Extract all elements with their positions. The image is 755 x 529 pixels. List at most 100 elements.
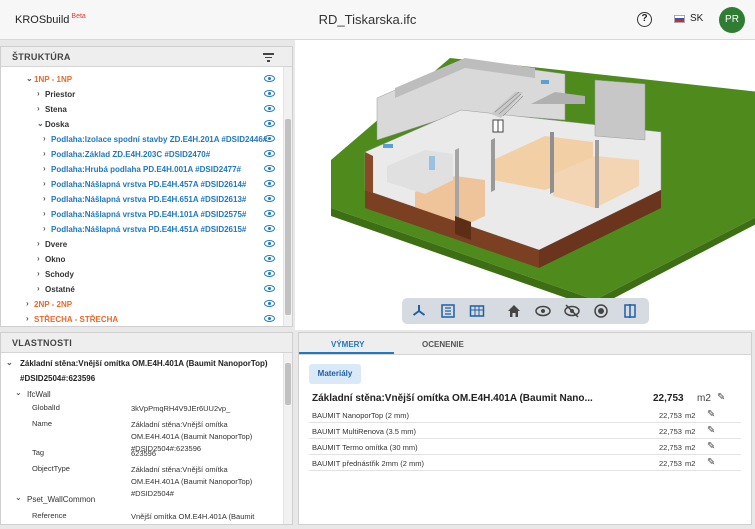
chevron-down-icon[interactable]: ⌄ — [26, 74, 33, 83]
visibility-eye-icon[interactable] — [264, 240, 275, 247]
tree-item[interactable]: › 2NP - 2NP — [1, 297, 282, 312]
chevron-down-icon[interactable]: ⌄ — [15, 388, 22, 397]
tree-item[interactable]: ⌄ 1NP - 1NP — [1, 72, 282, 87]
visibility-eye-icon[interactable] — [264, 165, 275, 172]
summary-value: 22,753 — [653, 393, 684, 404]
tree-item[interactable]: › Priestor — [1, 87, 282, 102]
tree-item-label: Podlaha:Hrubá podlaha PD.E4H.001A #DSID2… — [51, 165, 241, 174]
tree-item[interactable]: › Podlaha:Nášlapná vrstva PD.E4H.451A #DS… — [1, 222, 282, 237]
axes-icon[interactable] — [411, 303, 427, 319]
chevron-right-icon[interactable]: › — [43, 194, 46, 203]
tree-item-label: Stena — [45, 105, 67, 114]
tree-item[interactable]: › STŘECHA - STŘECHA — [1, 312, 282, 326]
tree-item[interactable]: › Podlaha:Nášlapná vrstva PD.E4H.651A #DS… — [1, 192, 282, 207]
visibility-eye-icon[interactable] — [264, 225, 275, 232]
chevron-right-icon[interactable]: › — [43, 224, 46, 233]
edit-pencil-icon[interactable]: ✎ — [707, 410, 717, 420]
chevron-right-icon[interactable]: › — [37, 239, 40, 248]
tree-item[interactable]: › Podlaha:Nášlapná vrstva PD.E4H.457A #DS… — [1, 177, 282, 192]
visibility-eye-icon[interactable] — [264, 75, 275, 82]
tab-ocenenie[interactable]: OCENENIE — [422, 340, 464, 349]
tree-item[interactable]: › Podlaha:Základ ZD.E4H.203C #DSID2470# — [1, 147, 282, 162]
visibility-eye-icon[interactable] — [264, 135, 275, 142]
visibility-eye-icon[interactable] — [264, 210, 275, 217]
structure-tree: ⌄ 1NP - 1NP › Priestor › Stena ⌄ Doska › Podlaha:… — [1, 69, 282, 326]
measurements-panel: VÝMERY OCENENIE Materiály Základní stěna… — [298, 332, 752, 525]
list-icon[interactable] — [440, 303, 456, 319]
chevron-right-icon[interactable]: › — [43, 179, 46, 188]
eye-icon[interactable] — [535, 303, 551, 319]
table-icon[interactable] — [469, 303, 485, 319]
chevron-right-icon[interactable]: › — [37, 269, 40, 278]
tree-item[interactable]: › Podlaha:Nášlapná vrstva PD.E4H.101A #DS… — [1, 207, 282, 222]
properties-scrollbar[interactable] — [283, 353, 292, 524]
edit-pencil-icon[interactable]: ✎ — [707, 426, 717, 436]
chevron-right-icon[interactable]: › — [26, 299, 29, 308]
tree-item[interactable]: › Podlaha:Hrubá podlaha PD.E4H.001A #DSID… — [1, 162, 282, 177]
summary-row: Základní stěna:Vnější omítka OM.E4H.401A… — [312, 393, 741, 409]
record-icon[interactable] — [593, 303, 609, 319]
material-name: BAUMIT Termo omítka (30 mm) — [312, 443, 418, 452]
tab-vymery[interactable]: VÝMERY — [331, 340, 365, 349]
visibility-eye-icon[interactable] — [264, 120, 275, 127]
scrollbar-thumb[interactable] — [285, 119, 291, 315]
tree-item-label: 2NP - 2NP — [34, 300, 73, 309]
chevron-right-icon[interactable]: › — [43, 209, 46, 218]
visibility-eye-icon[interactable] — [264, 195, 275, 202]
help-icon[interactable]: ? — [637, 12, 652, 27]
tree-item[interactable]: › Podlaha:Izolace spodní stavby ZD.E4H.20… — [1, 132, 282, 147]
visibility-eye-icon[interactable] — [264, 285, 275, 292]
tree-item-label: Podlaha:Nášlapná vrstva PD.E4H.451A #DSI… — [51, 225, 247, 234]
visibility-eye-icon[interactable] — [264, 270, 275, 277]
visibility-eye-icon[interactable] — [264, 315, 275, 322]
visibility-eye-icon[interactable] — [264, 300, 275, 307]
visibility-eye-icon[interactable] — [264, 105, 275, 112]
material-name: BAUMIT MultiRenova (3.5 mm) — [312, 427, 417, 436]
tree-item[interactable]: › Schody — [1, 267, 282, 282]
chevron-down-icon[interactable]: ⌄ — [6, 358, 13, 367]
chevron-right-icon[interactable]: › — [37, 284, 40, 293]
group-pset-wallcommon[interactable]: Pset_WallCommon — [27, 495, 95, 504]
visibility-eye-icon[interactable] — [264, 90, 275, 97]
element-id: #DSID2504#:623596 — [20, 374, 96, 383]
chevron-right-icon[interactable]: › — [43, 149, 46, 158]
chevron-down-icon[interactable]: ⌄ — [37, 119, 44, 128]
tree-item[interactable]: › Dvere — [1, 237, 282, 252]
tree-item[interactable]: ⌄ Doska — [1, 117, 282, 132]
edit-pencil-icon[interactable]: ✎ — [717, 393, 727, 403]
materials-button[interactable]: Materiály — [309, 364, 361, 384]
filter-icon[interactable] — [263, 53, 274, 62]
user-avatar[interactable]: PR — [719, 7, 745, 33]
property-key: GlobalId — [32, 403, 60, 412]
edit-pencil-icon[interactable]: ✎ — [707, 442, 717, 452]
language-switcher[interactable]: SK — [674, 13, 703, 24]
tree-item[interactable]: › Ostatné — [1, 282, 282, 297]
element-name: Základní stěna:Vnější omítka OM.E4H.401A… — [20, 359, 268, 368]
visibility-eye-icon[interactable] — [264, 150, 275, 157]
group-ifcwall[interactable]: IfcWall — [27, 390, 51, 399]
material-value: 22,753 — [659, 459, 682, 468]
model-viewer[interactable] — [295, 40, 755, 330]
properties-panel: VLASTNOSTI ⌄ Základní stěna:Vnější omítk… — [0, 332, 293, 525]
edit-pencil-icon[interactable]: ✎ — [707, 458, 717, 468]
visibility-eye-icon[interactable] — [264, 255, 275, 262]
home-icon[interactable] — [506, 303, 522, 319]
tree-item-label: STŘECHA - STŘECHA — [34, 315, 119, 324]
tree-item-label: Ostatné — [45, 285, 75, 294]
tree-item[interactable]: › Stena — [1, 102, 282, 117]
chevron-right-icon[interactable]: › — [37, 89, 40, 98]
building-model[interactable] — [295, 40, 755, 330]
chevron-right-icon[interactable]: › — [26, 314, 29, 323]
properties-title: VLASTNOSTI — [1, 333, 292, 353]
chevron-right-icon[interactable]: › — [43, 134, 46, 143]
chevron-right-icon[interactable]: › — [43, 164, 46, 173]
chevron-right-icon[interactable]: › — [37, 254, 40, 263]
tree-item[interactable]: › Okno — [1, 252, 282, 267]
eye-off-icon[interactable] — [564, 303, 580, 319]
structure-scrollbar[interactable] — [283, 67, 292, 326]
chevron-down-icon[interactable]: ⌄ — [15, 493, 22, 502]
visibility-eye-icon[interactable] — [264, 180, 275, 187]
material-row: BAUMIT MultiRenova (3.5 mm) 22,753 m2 ✎ — [309, 424, 741, 439]
chevron-right-icon[interactable]: › — [37, 104, 40, 113]
section-icon[interactable] — [622, 303, 638, 319]
